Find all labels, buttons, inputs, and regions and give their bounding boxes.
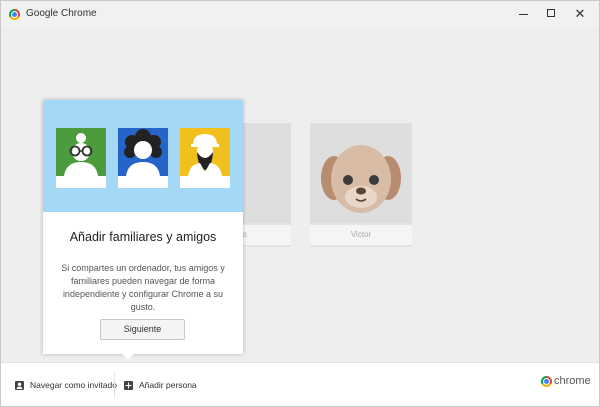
avatar-hardhat-beard-icon bbox=[180, 128, 230, 176]
chrome-brand: chrome bbox=[541, 375, 591, 387]
chrome-logo-icon bbox=[9, 9, 20, 20]
add-person-button[interactable]: Añadir persona bbox=[124, 363, 197, 406]
popup-banner bbox=[43, 100, 243, 212]
title-bar: Google Chrome ✕ bbox=[1, 1, 599, 27]
popup-pointer bbox=[120, 352, 136, 360]
close-button[interactable]: ✕ bbox=[565, 1, 595, 25]
chrome-window: Google Chrome ✕ ado bbox=[0, 0, 600, 407]
avatar-glasses-icon bbox=[56, 128, 106, 176]
guest-label: Navegar como invitado bbox=[30, 380, 117, 390]
avatar-curly-hair-icon bbox=[118, 128, 168, 176]
maximize-icon bbox=[547, 9, 555, 17]
add-family-popup: Añadir familiares y amigos Si compartes … bbox=[43, 100, 243, 360]
footer-bar: Navegar como invitado Añadir persona chr… bbox=[1, 362, 599, 406]
dog-avatar-icon bbox=[310, 123, 412, 223]
minimize-icon bbox=[518, 13, 528, 15]
guest-person-icon bbox=[15, 380, 24, 390]
add-person-label: Añadir persona bbox=[139, 380, 197, 390]
avatar-tile bbox=[180, 128, 230, 188]
chrome-logo-icon bbox=[541, 375, 552, 387]
profile-card[interactable]: Victor bbox=[310, 123, 412, 247]
add-person-icon bbox=[124, 380, 133, 390]
avatar-tile bbox=[118, 128, 168, 188]
popup-title: Añadir familiares y amigos bbox=[69, 230, 217, 244]
minimize-button[interactable] bbox=[508, 1, 538, 25]
next-button[interactable]: Siguiente bbox=[100, 319, 185, 340]
footer-divider bbox=[114, 372, 115, 398]
maximize-button[interactable] bbox=[536, 1, 566, 25]
profile-name: Victor bbox=[310, 225, 412, 245]
window-title: Google Chrome bbox=[26, 8, 97, 19]
browse-as-guest-button[interactable]: Navegar como invitado bbox=[15, 363, 117, 406]
popup-description: Si compartes un ordenador, tus amigos y … bbox=[61, 263, 225, 312]
brand-label: chrome bbox=[554, 375, 591, 387]
avatar-tile bbox=[56, 128, 106, 188]
close-icon: ✕ bbox=[574, 5, 586, 21]
